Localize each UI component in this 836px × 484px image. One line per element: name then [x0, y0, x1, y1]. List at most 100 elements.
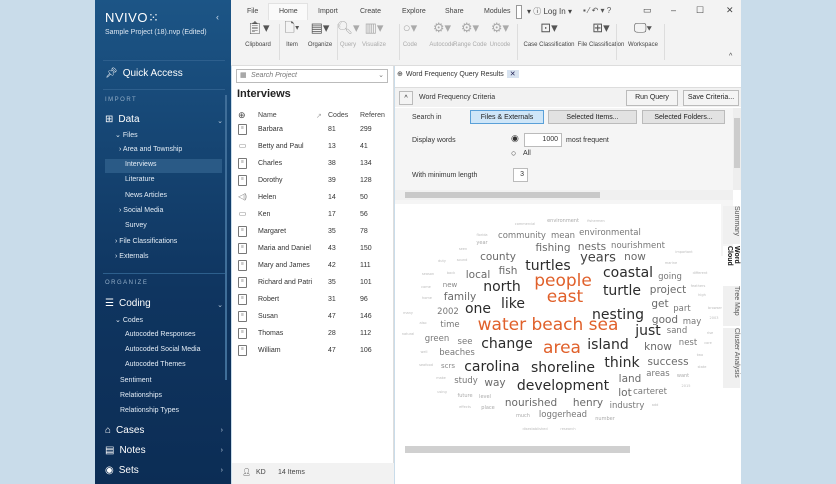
- table-row[interactable]: ▭ Betty and Paul 13 41: [232, 139, 394, 156]
- cloud-word[interactable]: high: [698, 293, 706, 297]
- cloud-word[interactable]: development: [517, 378, 609, 394]
- cloud-word[interactable]: using: [437, 390, 446, 394]
- cloud-word[interactable]: time: [440, 320, 459, 330]
- cloud-word[interactable]: important: [675, 250, 692, 254]
- cloud-word[interactable]: see: [458, 337, 473, 347]
- cloud-word[interactable]: sound: [457, 258, 468, 262]
- cloud-word[interactable]: seafood: [419, 363, 433, 367]
- nav-coding-item[interactable]: Relationships: [120, 392, 162, 399]
- cloud-word[interactable]: areas: [646, 369, 669, 379]
- cloud-word[interactable]: many: [403, 311, 413, 315]
- cloud-word[interactable]: scrs: [441, 362, 455, 370]
- cloud-word[interactable]: fishing: [536, 242, 571, 254]
- help-button[interactable]: ?: [607, 6, 611, 15]
- table-row[interactable]: ≡ Thomas 28 112: [232, 326, 394, 343]
- cloud-word[interactable]: new: [443, 281, 457, 289]
- table-row[interactable]: ≡ Richard and Patri 35 101: [232, 275, 394, 292]
- close-button[interactable]: ✕: [726, 5, 734, 16]
- cloud-word[interactable]: area: [543, 338, 581, 358]
- display-count-input[interactable]: 1000: [524, 133, 562, 147]
- cloud-word[interactable]: rise: [707, 331, 713, 335]
- cloud-word[interactable]: loggerhead: [539, 410, 587, 420]
- cloud-word[interactable]: year: [476, 240, 487, 246]
- cloud-word[interactable]: environment: [547, 218, 579, 224]
- query-results-tab[interactable]: ⊕ Word Frequency Query Results ✕: [397, 70, 519, 78]
- cloud-word[interactable]: number: [595, 416, 615, 422]
- tab-home[interactable]: Home: [279, 8, 298, 15]
- cloud-word[interactable]: seen: [459, 247, 467, 251]
- cloud-word[interactable]: home: [422, 296, 432, 300]
- modules-scroll-button[interactable]: [516, 5, 522, 19]
- cloud-word[interactable]: much: [516, 413, 530, 419]
- table-row[interactable]: ≡ Mary and James 42 111: [232, 258, 394, 275]
- cloud-word[interactable]: different: [693, 271, 708, 275]
- cloud-word[interactable]: industry: [610, 401, 645, 411]
- tab-modules[interactable]: Modules: [484, 8, 510, 15]
- chevron-down-icon[interactable]: ⌄: [217, 117, 223, 125]
- cloud-word[interactable]: turtle: [603, 283, 641, 299]
- cloud-word[interactable]: back: [447, 271, 455, 275]
- cloud-word[interactable]: green: [425, 334, 450, 344]
- cloud-word[interactable]: nest: [679, 338, 697, 348]
- cloud-word[interactable]: east: [547, 287, 583, 307]
- cloud-word[interactable]: get: [651, 298, 668, 310]
- cloud-word[interactable]: florida: [476, 233, 487, 237]
- nav-coding[interactable]: ☰ Coding: [105, 298, 151, 309]
- chevron-right-icon[interactable]: ›: [221, 467, 223, 474]
- cloud-word[interactable]: add: [652, 403, 659, 407]
- nav-data[interactable]: ⊞ Data: [105, 114, 140, 125]
- cloud-word[interactable]: place: [481, 405, 494, 411]
- cloud-word[interactable]: research: [560, 427, 575, 431]
- cloud-word[interactable]: disestablished: [522, 427, 547, 431]
- radio-top-n-selected[interactable]: ◉: [511, 133, 519, 144]
- nav-file-item[interactable]: Interviews: [125, 161, 157, 168]
- feedback-icon[interactable]: ▭: [643, 5, 652, 16]
- table-row[interactable]: ≡ William 47 106: [232, 343, 394, 360]
- cloud-word[interactable]: also: [419, 321, 426, 325]
- nav-cases[interactable]: ⌂ Cases: [105, 425, 144, 436]
- cloud-word[interactable]: think: [604, 355, 639, 371]
- cloud-word[interactable]: study: [454, 376, 478, 386]
- cloud-word[interactable]: nourishment: [611, 241, 665, 251]
- cloud-word[interactable]: coastal: [603, 265, 653, 281]
- tab-create[interactable]: Create: [360, 8, 381, 15]
- cloud-word[interactable]: know: [644, 341, 672, 353]
- tab-explore[interactable]: Explore: [402, 8, 426, 15]
- cloud-word[interactable]: marine: [665, 261, 677, 265]
- cloud-word[interactable]: way: [484, 377, 505, 389]
- cloud-word[interactable]: carolina: [464, 359, 520, 375]
- sidebar-scrollbar[interactable]: [225, 95, 227, 380]
- cloud-word[interactable]: community: [498, 231, 546, 241]
- nav-file-classifications[interactable]: › File Classifications: [115, 238, 177, 245]
- cloud-word[interactable]: natural: [402, 332, 415, 336]
- table-row[interactable]: ≡ Barbara 81 299: [232, 122, 394, 139]
- cloud-word[interactable]: north: [483, 279, 521, 295]
- uncode-button[interactable]: ⚙▾ Uncode: [482, 21, 518, 49]
- table-row[interactable]: ≡ Margaret 35 78: [232, 224, 394, 241]
- cloud-word[interactable]: browser: [708, 306, 722, 310]
- column-codes[interactable]: Codes: [328, 112, 348, 119]
- files-externals-button[interactable]: Files & Externals: [470, 110, 544, 124]
- cloud-word[interactable]: mean: [551, 231, 575, 241]
- cloud-word[interactable]: beaches: [439, 348, 475, 358]
- close-tab-button[interactable]: ✕: [506, 70, 519, 78]
- cloud-word[interactable]: lot: [618, 387, 631, 399]
- minimize-button[interactable]: –: [671, 5, 676, 15]
- nav-file-item[interactable]: News Articles: [125, 192, 167, 199]
- add-column-icon[interactable]: ⊕: [238, 110, 246, 121]
- case-classification-button[interactable]: ⊡▾ Case Classification: [523, 21, 575, 49]
- cloud-word[interactable]: nourished: [505, 397, 557, 409]
- nav-file-item[interactable]: Literature: [125, 176, 155, 183]
- cloud-word[interactable]: want: [677, 373, 689, 379]
- radio-all[interactable]: ○: [511, 148, 516, 158]
- table-row[interactable]: ≡ Susan 47 146: [232, 309, 394, 326]
- chevron-down-icon[interactable]: ⌄: [378, 71, 384, 79]
- cloud-word[interactable]: state: [698, 365, 707, 369]
- nav-externals[interactable]: › Externals: [115, 253, 148, 260]
- table-row[interactable]: ≡ Robert 31 96: [232, 292, 394, 309]
- cloud-word[interactable]: henry: [573, 397, 603, 409]
- nav-code-item[interactable]: Autocoded Responses: [125, 331, 195, 338]
- cloud-word[interactable]: years: [580, 251, 616, 266]
- cloud-word[interactable]: commercial: [515, 222, 535, 226]
- vertical-scrollbar[interactable]: [733, 108, 741, 190]
